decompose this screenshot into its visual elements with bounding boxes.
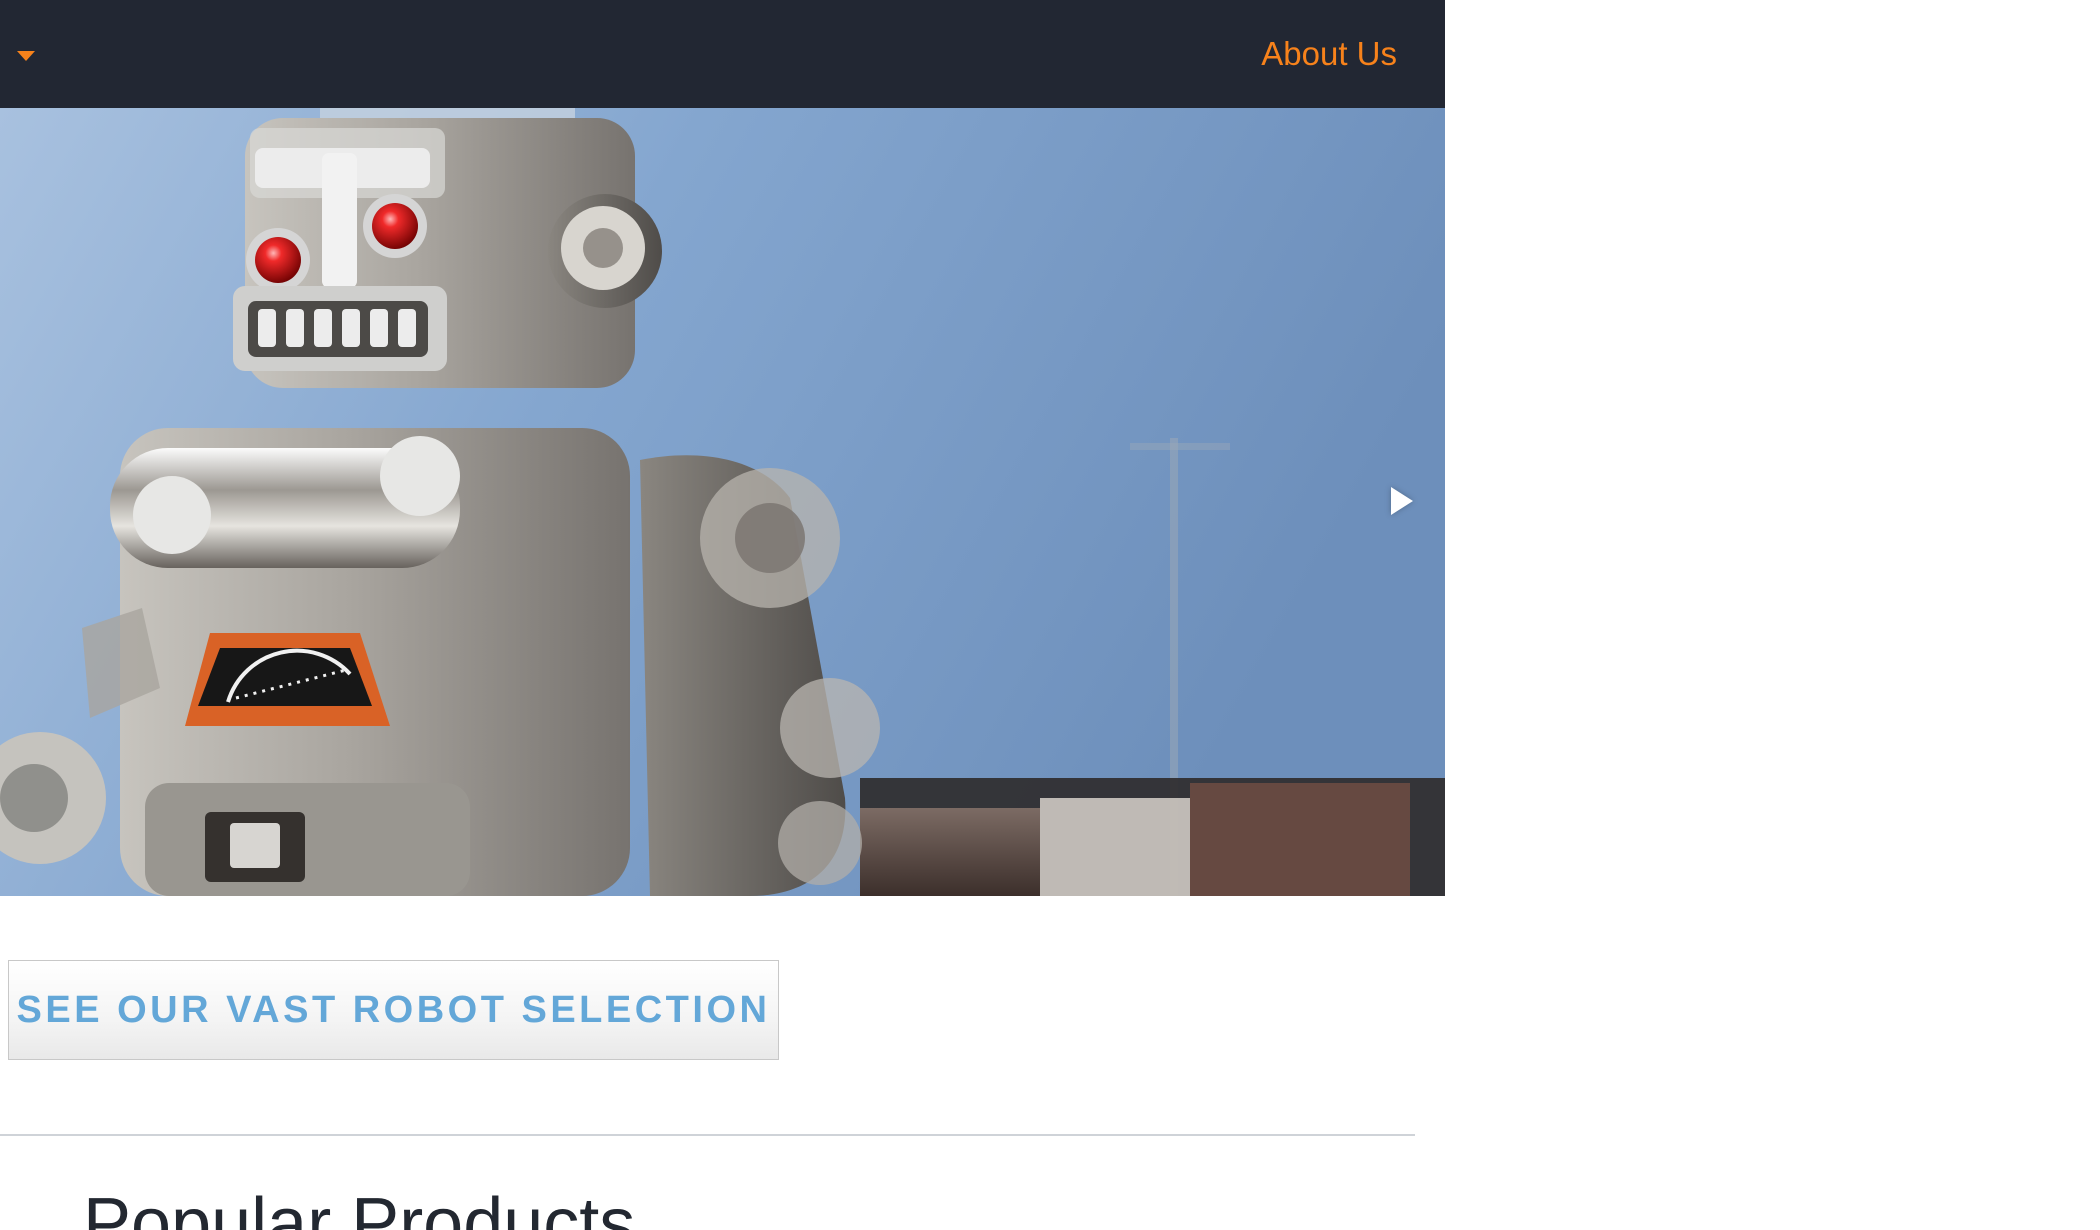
robot-hero-image [0, 108, 1445, 896]
chevron-down-icon[interactable] [17, 51, 35, 61]
section-divider [0, 1134, 1415, 1136]
page: About Us SEE OUR VAST ROBOT SELECTION Po… [0, 0, 2100, 1230]
popular-products-heading: Popular Products [83, 1184, 636, 1230]
hero-slider [0, 108, 1445, 896]
see-robot-selection-button[interactable]: SEE OUR VAST ROBOT SELECTION [8, 960, 779, 1060]
play-right-icon[interactable] [1391, 487, 1413, 515]
top-navigation-bar: About Us [0, 0, 1445, 108]
about-us-link[interactable]: About Us [1261, 34, 1397, 74]
